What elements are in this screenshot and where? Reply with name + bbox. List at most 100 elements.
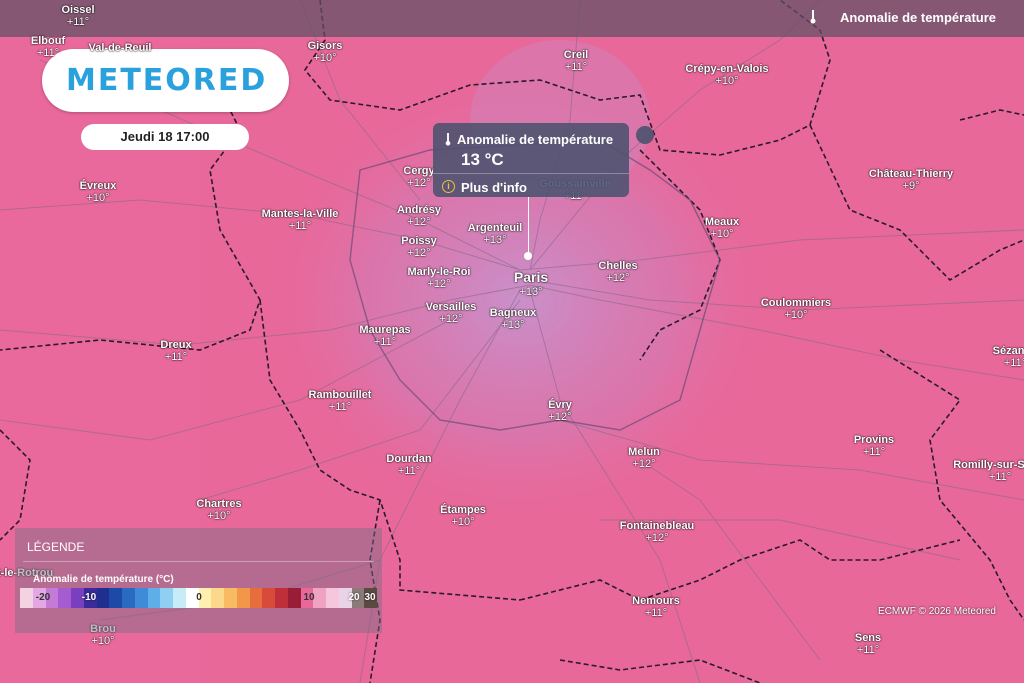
city-label[interactable]: Nemours +11° xyxy=(632,595,680,619)
city-label[interactable]: Mantes-la-Ville +11° xyxy=(262,208,339,232)
city-anomaly: +11° xyxy=(564,61,588,73)
city-label[interactable]: Coulommiers +10° xyxy=(761,297,831,321)
legend-swatch xyxy=(224,588,237,608)
legend-swatch xyxy=(160,588,173,608)
city-name: Nemours xyxy=(632,595,680,607)
city-name: Château-Thierry xyxy=(868,168,954,180)
city-label[interactable]: Maurepas +11° xyxy=(359,324,410,348)
city-label[interactable]: Cergy +12° xyxy=(403,165,434,189)
legend-swatch xyxy=(96,588,110,608)
city-label[interactable]: Oissel +11° xyxy=(61,4,94,28)
city-anomaly: +10° xyxy=(451,516,475,528)
city-anomaly: +9° xyxy=(902,180,920,192)
city-anomaly: +12° xyxy=(548,411,572,423)
city-anomaly: +12° xyxy=(407,177,431,189)
city-label[interactable]: Chartres +10° xyxy=(196,498,241,522)
city-label[interactable]: Melun +12° xyxy=(628,446,660,470)
city-name: Romilly-sur-Seine xyxy=(953,459,1024,471)
city-anomaly: +12° xyxy=(606,272,630,284)
city-name: Marly-le-Roi xyxy=(407,266,471,278)
city-label[interactable]: Marly-le-Roi +12° xyxy=(408,266,471,290)
popup-value: 13 °C xyxy=(461,150,504,169)
city-label[interactable]: Creil +11° xyxy=(564,49,588,73)
location-popup[interactable]: Anomalie de température 13 °C i Plus d'i… xyxy=(433,123,629,197)
city-label[interactable]: Poissy +12° xyxy=(401,235,436,259)
city-label[interactable]: Andrésy +12° xyxy=(397,204,441,228)
city-label[interactable]: Évreux +10° xyxy=(80,180,117,204)
city-anomaly: +12° xyxy=(407,216,431,228)
info-icon: i xyxy=(442,180,455,193)
city-anomaly: +12° xyxy=(427,278,451,290)
city-label[interactable]: Crépy-en-Valois +10° xyxy=(685,63,768,87)
city-label[interactable]: Elbouf +11° xyxy=(31,35,65,59)
city-label[interactable]: Sézanne+11° xyxy=(993,345,1024,369)
city-anomaly: +10° xyxy=(91,635,115,647)
city-name: Évreux xyxy=(79,180,117,192)
city-label[interactable]: Fontainebleau +12° xyxy=(620,520,695,544)
legend-tick: -20 xyxy=(35,592,51,603)
more-info-link[interactable]: Plus d'info xyxy=(461,180,527,195)
city-label[interactable]: Dourdan +11° xyxy=(386,453,431,477)
legend-divider xyxy=(23,561,374,562)
city-name: Creil xyxy=(563,49,589,61)
city-anomaly: +10° xyxy=(313,52,337,64)
city-anomaly: +11° xyxy=(862,446,886,458)
attribution: ECMWF © 2026 Meteored xyxy=(878,606,996,617)
city-label[interactable]: Versailles +12° xyxy=(426,301,477,325)
city-label[interactable]: Bagneux +13° xyxy=(490,307,536,331)
legend-panel: LÉGENDE Anomalie de température (°C) -20… xyxy=(15,528,382,633)
city-label[interactable]: Chelles +12° xyxy=(598,260,637,284)
city-label[interactable]: Provins +11° xyxy=(854,434,894,458)
city-name: Chelles xyxy=(598,260,638,272)
city-name: Oissel xyxy=(61,4,95,16)
city-name: Sézanne xyxy=(992,345,1024,357)
city-name: Argenteuil xyxy=(467,222,523,234)
city-label[interactable]: Rambouillet +11° xyxy=(309,389,372,413)
city-name: Bagneux xyxy=(489,307,537,319)
city-label[interactable]: Évry +12° xyxy=(548,399,572,423)
city-anomaly: +10° xyxy=(710,228,734,240)
city-label[interactable]: Gisors +10° xyxy=(308,40,343,64)
city-anomaly: +11° xyxy=(397,465,421,477)
legend-swatch xyxy=(58,588,71,608)
legend-swatch xyxy=(287,588,301,608)
city-label[interactable]: Argenteuil +13° xyxy=(468,222,522,246)
city-label[interactable]: Dreux +11° xyxy=(160,339,191,363)
city-label[interactable]: Paris +13° xyxy=(514,270,548,300)
legend-swatch xyxy=(147,588,161,608)
city-name: Dreux xyxy=(160,339,192,351)
city-anomaly: +11° xyxy=(856,644,880,656)
city-name: Étampes xyxy=(440,504,486,516)
city-name: Versailles xyxy=(425,301,477,313)
city-anomaly: +10° xyxy=(784,309,808,321)
city-label[interactable]: Château-Thierry +9° xyxy=(869,168,953,192)
city-anomaly: +11° xyxy=(164,351,188,363)
city-anomaly: +13° xyxy=(519,286,543,298)
city-name: Cergy xyxy=(403,165,435,177)
city-name: Coulommiers xyxy=(760,297,832,309)
city-name: Poissy xyxy=(401,235,437,247)
legend-title: LÉGENDE xyxy=(27,540,85,554)
popup-close-dot[interactable] xyxy=(636,126,654,144)
forecast-time[interactable]: Jeudi 18 17:00 xyxy=(81,124,249,150)
city-anomaly: +12° xyxy=(407,247,431,259)
city-anomaly: +12° xyxy=(645,532,669,544)
city-label[interactable]: Romilly-sur-Seine+11° xyxy=(953,459,1024,483)
legend-tick: 0 xyxy=(196,592,202,603)
city-anomaly: +11° xyxy=(644,607,668,619)
thermometer-icon xyxy=(810,10,816,24)
city-label[interactable]: Sens +11° xyxy=(855,632,881,656)
thermometer-icon xyxy=(445,133,451,146)
city-label[interactable]: Meaux +10° xyxy=(705,216,739,240)
city-label[interactable]: Val-de-Reuil xyxy=(89,42,152,54)
city-name: Évry xyxy=(548,399,572,411)
popup-title: Anomalie de température xyxy=(457,132,614,147)
city-name: Meaux xyxy=(704,216,740,228)
city-name: Provins xyxy=(853,434,895,446)
legend-subtitle: Anomalie de température (°C) xyxy=(33,574,174,585)
city-anomaly: +12° xyxy=(439,313,463,325)
city-name: Dourdan xyxy=(386,453,432,465)
city-label[interactable]: Étampes +10° xyxy=(440,504,486,528)
meteored-logo[interactable]: METEORED xyxy=(42,49,289,112)
city-anomaly: +13° xyxy=(483,234,507,246)
